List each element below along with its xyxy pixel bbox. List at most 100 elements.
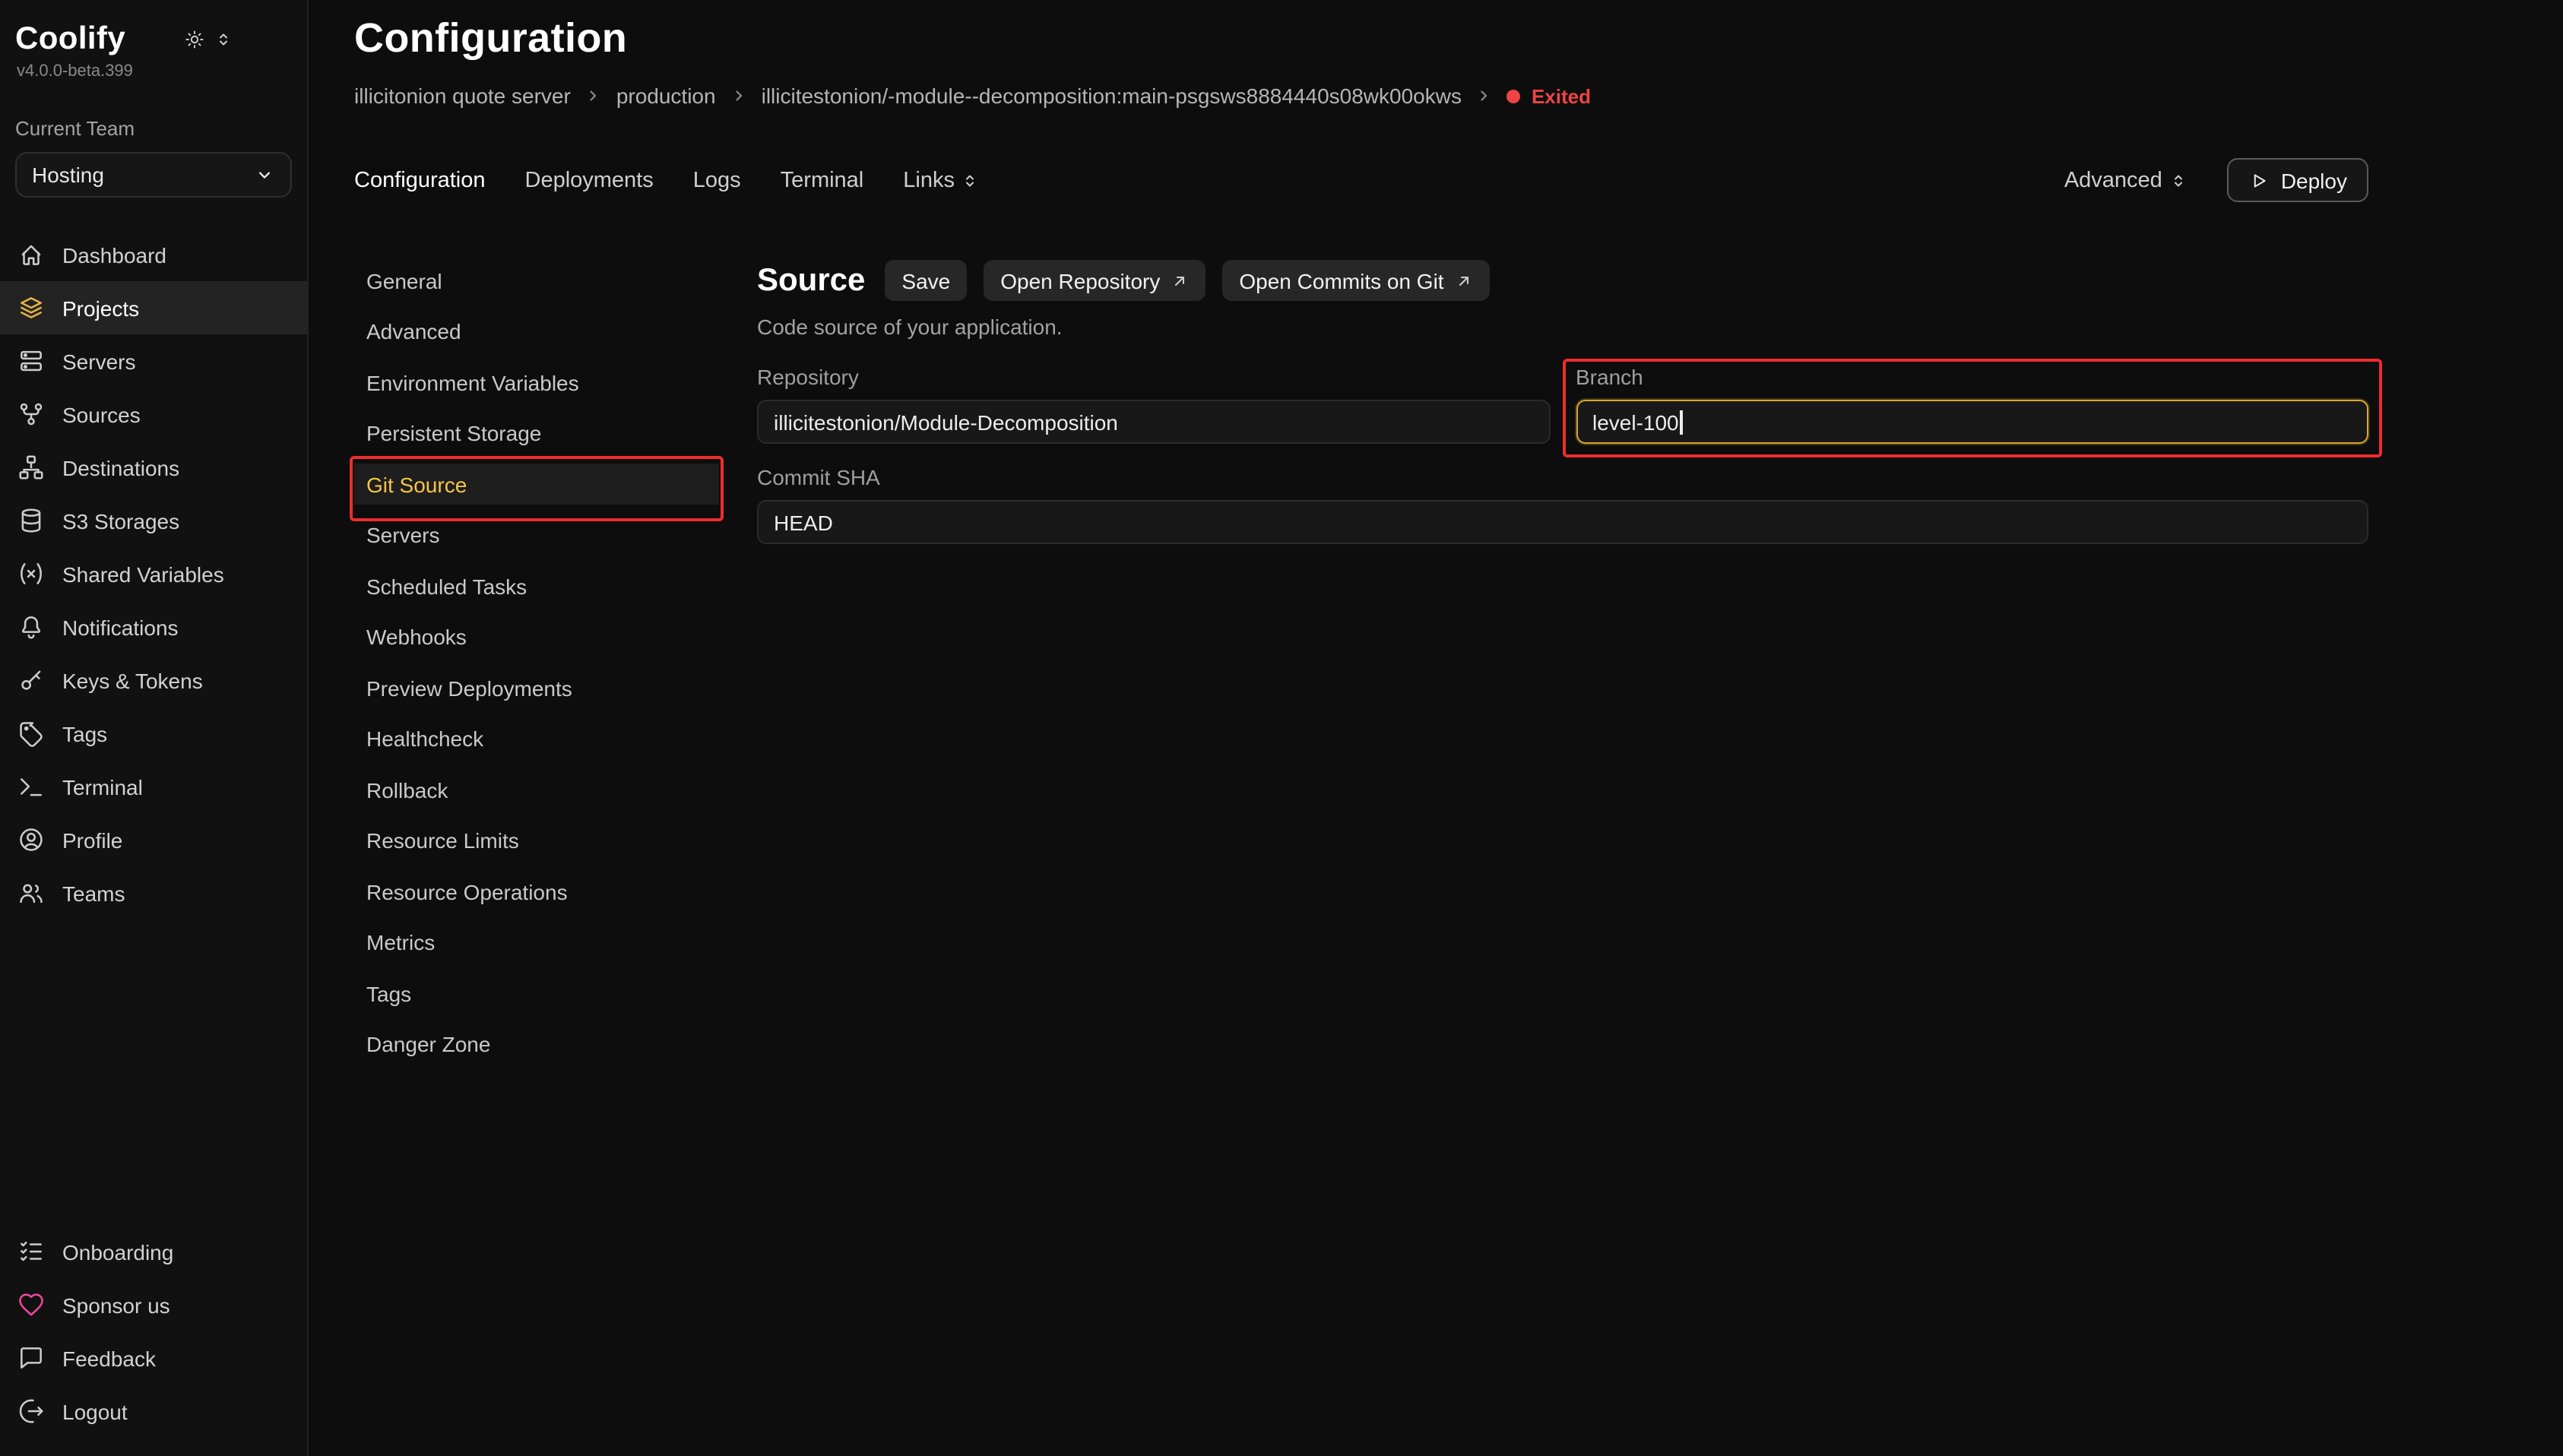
branch-field: Branch level-100 <box>1576 365 2368 444</box>
app-window: Coolify v4.0.0-beta.399 Current Team Hos… <box>0 0 2563 1456</box>
sidebar-item-label: Terminal <box>62 774 143 799</box>
sidebar-item-label: Logout <box>62 1399 128 1423</box>
branch-input[interactable]: level-100 <box>1576 400 2368 444</box>
team-select-value: Hosting <box>32 163 104 187</box>
home-icon <box>17 240 46 269</box>
subnav-item-healthcheck[interactable]: Healthcheck <box>354 718 719 759</box>
sidebar-item-keys-tokens[interactable]: Keys & Tokens <box>0 654 307 707</box>
tab-links-label: Links <box>903 168 955 192</box>
open-repository-label: Open Repository <box>1000 268 1160 293</box>
open-commits-button[interactable]: Open Commits on Git <box>1222 260 1489 301</box>
sidebar-item-logout[interactable]: Logout <box>0 1385 307 1438</box>
sidebar: Coolify v4.0.0-beta.399 Current Team Hos… <box>0 0 309 1456</box>
advanced-label: Advanced <box>2064 168 2162 192</box>
subnav-item-resource-operations[interactable]: Resource Operations <box>354 871 719 912</box>
subnav-item-tags[interactable]: Tags <box>354 973 719 1014</box>
tab-links[interactable]: Links <box>903 168 979 192</box>
sidebar-item-dashboard[interactable]: Dashboard <box>0 228 307 281</box>
sidebar-item-profile[interactable]: Profile <box>0 813 307 866</box>
sidebar-item-s3-storages[interactable]: S3 Storages <box>0 494 307 547</box>
chevron-selector-icon <box>2170 171 2188 189</box>
sidebar-nav: Dashboard Projects Servers Sources Desti… <box>0 228 307 919</box>
subnav-item-preview-deployments[interactable]: Preview Deployments <box>354 667 719 708</box>
app-version: v4.0.0-beta.399 <box>0 58 307 81</box>
sidebar-item-label: S3 Storages <box>62 508 179 533</box>
subnav-item-servers[interactable]: Servers <box>354 514 719 555</box>
sidebar-item-tags[interactable]: Tags <box>0 707 307 760</box>
logout-icon <box>17 1397 46 1426</box>
breadcrumb-environment[interactable]: production <box>616 84 716 108</box>
open-repository-button[interactable]: Open Repository <box>984 260 1205 301</box>
team-select[interactable]: Hosting <box>15 152 292 198</box>
sidebar-item-label: Destinations <box>62 455 179 480</box>
subnav-item-persistent-storage[interactable]: Persistent Storage <box>354 413 719 454</box>
tab-bar: Configuration Deployments Logs Terminal … <box>354 158 2368 202</box>
page-title: Configuration <box>354 15 2368 62</box>
subnav-item-general[interactable]: General <box>354 260 719 301</box>
sidebar-item-shared-variables[interactable]: Shared Variables <box>0 547 307 600</box>
chevron-down-icon <box>254 164 275 185</box>
play-icon <box>2249 169 2270 191</box>
sidebar-item-teams[interactable]: Teams <box>0 866 307 919</box>
advanced-menu[interactable]: Advanced <box>2064 168 2188 192</box>
database-icon <box>17 506 46 535</box>
breadcrumb: illicitonion quote server production ill… <box>354 84 2368 108</box>
main-content: Configuration illicitonion quote server … <box>309 0 2563 1456</box>
sidebar-item-sources[interactable]: Sources <box>0 388 307 441</box>
sidebar-item-destinations[interactable]: Destinations <box>0 441 307 494</box>
sidebar-item-projects[interactable]: Projects <box>0 281 307 334</box>
sidebar-item-label: Notifications <box>62 615 179 639</box>
theme-selector-icon[interactable] <box>214 30 232 49</box>
sidebar-item-servers[interactable]: Servers <box>0 334 307 388</box>
sidebar-item-label: Onboarding <box>62 1239 173 1264</box>
app-logo[interactable]: Coolify <box>15 21 125 58</box>
bell-icon <box>17 612 46 641</box>
commit-sha-label: Commit SHA <box>757 465 2368 489</box>
layers-icon <box>17 293 46 322</box>
breadcrumb-project[interactable]: illicitonion quote server <box>354 84 571 108</box>
sidebar-item-terminal[interactable]: Terminal <box>0 760 307 813</box>
sidebar-item-sponsor[interactable]: Sponsor us <box>0 1278 307 1331</box>
chat-icon <box>17 1344 46 1372</box>
sidebar-item-label: Sponsor us <box>62 1293 170 1317</box>
tab-deployments[interactable]: Deployments <box>525 168 654 192</box>
subnav-item-advanced[interactable]: Advanced <box>354 311 719 352</box>
status-dot-icon <box>1507 89 1521 103</box>
theme-sun-icon[interactable] <box>183 29 204 50</box>
tab-logs[interactable]: Logs <box>693 168 741 192</box>
chevron-right-icon <box>730 87 748 105</box>
subnav-item-git-source[interactable]: Git Source <box>354 464 719 505</box>
users-icon <box>17 878 46 907</box>
deploy-button[interactable]: Deploy <box>2228 158 2368 202</box>
subnav-item-metrics[interactable]: Metrics <box>354 922 719 963</box>
configuration-subnav: General Advanced Environment Variables P… <box>354 260 719 1075</box>
breadcrumb-application[interactable]: illicitestonion/-module--decomposition:m… <box>762 84 1462 108</box>
sidebar-item-label: Sources <box>62 402 141 426</box>
subnav-item-danger-zone[interactable]: Danger Zone <box>354 1024 719 1065</box>
commit-sha-field: Commit SHA <box>757 465 2368 544</box>
subnav-item-environment-variables[interactable]: Environment Variables <box>354 362 719 403</box>
branch-input-value: level-100 <box>1592 410 1679 434</box>
subnav-item-webhooks[interactable]: Webhooks <box>354 616 719 657</box>
sidebar-item-notifications[interactable]: Notifications <box>0 600 307 654</box>
commit-sha-input[interactable] <box>757 500 2368 544</box>
sidebar-item-feedback[interactable]: Feedback <box>0 1331 307 1385</box>
deploy-label: Deploy <box>2281 168 2347 192</box>
subnav-item-resource-limits[interactable]: Resource Limits <box>354 820 719 861</box>
sidebar-item-label: Keys & Tokens <box>62 668 203 692</box>
tab-terminal[interactable]: Terminal <box>781 168 864 192</box>
tab-configuration[interactable]: Configuration <box>354 168 486 192</box>
subnav-item-rollback[interactable]: Rollback <box>354 769 719 810</box>
sidebar-item-onboarding[interactable]: Onboarding <box>0 1225 307 1278</box>
external-link-icon <box>1455 271 1473 290</box>
subnav-item-scheduled-tasks[interactable]: Scheduled Tasks <box>354 565 719 606</box>
chevron-selector-icon <box>961 171 979 189</box>
checklist-icon <box>17 1237 46 1266</box>
external-link-icon <box>1171 271 1189 290</box>
user-circle-icon <box>17 825 46 854</box>
save-button[interactable]: Save <box>885 260 967 301</box>
repository-input[interactable] <box>757 400 1550 444</box>
sidebar-item-label: Teams <box>62 881 125 905</box>
chevron-right-icon <box>1475 87 1494 105</box>
section-heading: Source <box>757 262 865 299</box>
